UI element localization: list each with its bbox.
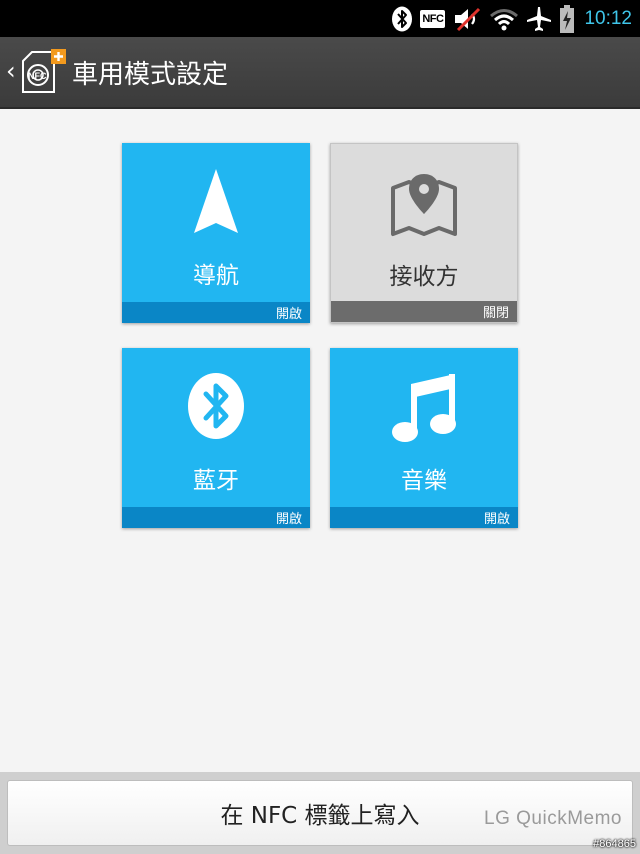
nfc-icon-text: NFC (28, 71, 47, 81)
status-badge: 開啟 (483, 512, 510, 527)
music-note-icon (330, 372, 518, 444)
chevron-left-icon: ‹ (6, 57, 16, 85)
airplane-icon (526, 6, 552, 32)
watermark-id: #864865 (593, 838, 636, 850)
tile-label: 音樂 (401, 468, 447, 494)
status-badge: 關閉 (482, 306, 509, 321)
bluetooth-icon (122, 372, 310, 440)
status-bar: NFC 10:12 (0, 0, 640, 37)
tile-label: 藍牙 (193, 468, 239, 494)
clock: 10:12 (584, 8, 632, 29)
tile-label: 導航 (193, 263, 239, 289)
nfc-app-icon: NFC (22, 49, 66, 93)
status-badge: 開啟 (275, 512, 302, 527)
volume-muted-icon (452, 6, 482, 32)
status-strip: 開啟 (330, 507, 518, 528)
title-bar: ‹ NFC 車用模式設定 (0, 37, 640, 109)
status-badge: 開啟 (275, 307, 302, 322)
tile-navigation[interactable]: 導航 開啟 (122, 143, 310, 323)
map-pin-icon (331, 172, 517, 238)
wifi-icon (489, 7, 519, 31)
tile-label: 接收方 (389, 264, 459, 290)
status-strip: 開啟 (122, 507, 310, 528)
bluetooth-icon (391, 6, 413, 32)
navigation-arrow-icon (122, 167, 310, 235)
page-title: 車用模式設定 (72, 60, 229, 90)
battery-charging-icon (559, 5, 575, 33)
back-button[interactable]: ‹ NFC (4, 49, 66, 95)
tile-music[interactable]: 音樂 開啟 (330, 348, 518, 528)
status-icons: NFC 10:12 (391, 5, 632, 33)
status-strip: 關閉 (331, 301, 517, 322)
tile-receiver[interactable]: 接收方 關閉 (330, 143, 518, 323)
nfc-icon: NFC (420, 10, 446, 28)
quickmemo-watermark: LG QuickMemo (484, 808, 622, 829)
status-strip: 開啟 (122, 302, 310, 323)
tile-bluetooth[interactable]: 藍牙 開啟 (122, 348, 310, 528)
